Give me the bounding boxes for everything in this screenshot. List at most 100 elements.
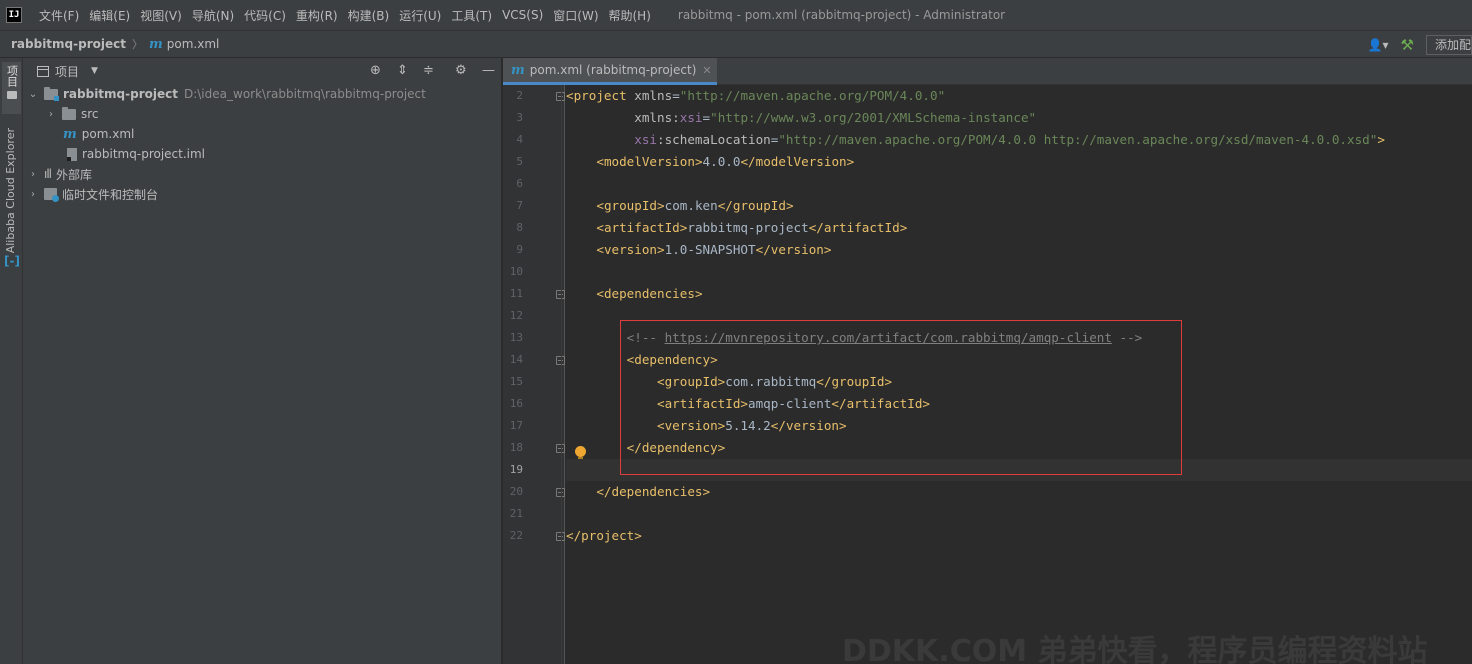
line-number: 18 xyxy=(509,441,523,454)
line-number: 19 xyxy=(509,463,523,476)
menu-bar: IJ 文件(F) 编辑(E) 视图(V) 导航(N) 代码(C) 重构(R) 构… xyxy=(0,0,1472,30)
window-title: rabbitmq - pom.xml (rabbitmq-project) - … xyxy=(677,8,1006,22)
line-gutter: 2 3 4 5 6 7 8 9 10 11 12 13 14 15 16 17 … xyxy=(503,85,586,664)
menu-tools[interactable]: 工具(T) xyxy=(446,7,497,24)
menu-refactor[interactable]: 重构(R) xyxy=(291,7,343,24)
code-line: <project xmlns="http://maven.apache.org/… xyxy=(566,88,946,103)
add-configuration-button[interactable]: 添加配置... xyxy=(1426,34,1472,55)
project-view-icon xyxy=(37,65,49,77)
chevron-right-icon[interactable]: › xyxy=(28,189,38,200)
menu-edit[interactable]: 编辑(E) xyxy=(84,7,135,24)
breadcrumb-file[interactable]: pom.xml xyxy=(167,37,220,51)
chevron-down-icon[interactable]: ⌄ xyxy=(28,89,38,100)
menu-code[interactable]: 代码(C) xyxy=(239,7,291,24)
menu-help[interactable]: 帮助(H) xyxy=(604,7,656,24)
expand-all-icon[interactable]: ⇕ xyxy=(397,63,408,78)
project-tool-label: 项目 xyxy=(5,65,19,87)
module-folder-icon xyxy=(44,86,59,101)
tree-item-rabbitmq-project[interactable]: ⌄ rabbitmq-project D:\idea_work\rabbitmq… xyxy=(28,84,426,104)
menu-vcs[interactable]: VCS(S) xyxy=(497,8,548,22)
editor-tab-bar: m pom.xml (rabbitmq-project) ✕ xyxy=(503,58,1472,85)
editor: m pom.xml (rabbitmq-project) ✕ 2 3 4 5 6… xyxy=(503,58,1472,664)
tree-label: rabbitmq-project.iml xyxy=(82,147,206,161)
breadcrumb-separator-icon: 〉 xyxy=(131,38,143,51)
code-line: </project> xyxy=(566,528,642,543)
tree-label: 临时文件和控制台 xyxy=(62,187,159,202)
navigation-bar: rabbitmq-project 〉 m pom.xml 👤▾ ⚒ 添加配置..… xyxy=(0,30,1472,58)
menu-build[interactable]: 构建(B) xyxy=(343,7,395,24)
project-tool-window-button[interactable]: 项目 xyxy=(2,62,21,114)
gear-icon[interactable]: ⚙ xyxy=(455,63,467,78)
user-dropdown-icon[interactable]: 👤▾ xyxy=(1368,38,1389,52)
indent-guide xyxy=(561,85,562,664)
code-line: </dependencies> xyxy=(596,484,711,499)
build-hammer-icon[interactable]: ⚒ xyxy=(1401,36,1414,54)
code-line: <modelVersion>4.0.0</modelVersion> xyxy=(596,154,855,169)
line-number: 5 xyxy=(516,155,523,168)
chevron-right-icon[interactable]: › xyxy=(28,169,38,180)
chevron-down-icon[interactable]: ▼ xyxy=(91,66,98,76)
line-number: 21 xyxy=(509,507,523,520)
menu-run[interactable]: 运行(U) xyxy=(394,7,446,24)
locate-file-icon[interactable]: ⊕ xyxy=(370,63,381,78)
code-line: <artifactId>rabbitmq-project</artifactId… xyxy=(596,220,908,235)
tree-item-src[interactable]: › src xyxy=(46,104,99,124)
scratch-icon xyxy=(44,188,59,202)
code-line: <dependencies> xyxy=(596,286,703,301)
menu-navigate[interactable]: 导航(N) xyxy=(187,7,239,24)
line-number: 2 xyxy=(516,89,523,102)
code-line: <version>5.14.2</version> xyxy=(657,418,847,433)
line-number: 12 xyxy=(509,309,523,322)
folder-icon xyxy=(6,91,17,99)
navbar-toolbar: 👤▾ ⚒ 添加配置... xyxy=(1368,31,1472,58)
tab-label: pom.xml (rabbitmq-project) xyxy=(529,63,697,77)
current-code-line xyxy=(566,459,1472,481)
code-line: <!-- https://mvnrepository.com/artifact/… xyxy=(626,330,1143,345)
menu-view[interactable]: 视图(V) xyxy=(135,7,187,24)
collapse-all-icon[interactable]: ≑ xyxy=(423,63,434,78)
code-line: </dependency> xyxy=(626,440,726,455)
line-number: 4 xyxy=(516,133,523,146)
folder-icon xyxy=(62,106,76,120)
line-number: 22 xyxy=(509,529,523,542)
project-panel-header: 项目 ▼ ⊕ ⇕ ≑ ⚙ — xyxy=(23,58,501,84)
left-tool-strip: 项目 Alibaba Cloud Explorer [-] xyxy=(0,58,23,664)
code-line: <groupId>com.rabbitmq</groupId> xyxy=(657,374,893,389)
tree-item-pom-xml[interactable]: m pom.xml xyxy=(63,124,134,144)
menu-window[interactable]: 窗口(W) xyxy=(548,7,603,24)
iml-file-icon xyxy=(67,147,77,161)
tree-item-external-libraries[interactable]: › ıll 外部库 xyxy=(28,164,92,184)
code-line: xsi:schemaLocation="http://maven.apache.… xyxy=(634,132,1385,147)
tree-label: 外部库 xyxy=(56,167,93,182)
comment-link[interactable]: https://mvnrepository.com/artifact/com.r… xyxy=(665,330,1112,345)
library-icon: ıll xyxy=(44,167,52,181)
tab-pom-xml[interactable]: m pom.xml (rabbitmq-project) ✕ xyxy=(503,58,717,85)
line-number: 20 xyxy=(509,485,523,498)
line-number: 7 xyxy=(516,199,523,212)
chevron-right-icon[interactable]: › xyxy=(46,109,56,120)
tree-item-iml[interactable]: rabbitmq-project.iml xyxy=(59,144,205,164)
line-number: 10 xyxy=(509,265,523,278)
project-panel-title[interactable]: 项目 xyxy=(55,63,79,80)
tree-label: src xyxy=(81,107,99,121)
line-number: 14 xyxy=(509,353,523,366)
tree-item-scratches[interactable]: › 临时文件和控制台 xyxy=(28,184,158,204)
code-line: <groupId>com.ken</groupId> xyxy=(596,198,794,213)
breadcrumb-project[interactable]: rabbitmq-project xyxy=(11,37,126,51)
code-line: <artifactId>amqp-client</artifactId> xyxy=(657,396,931,411)
line-number: 17 xyxy=(509,419,523,432)
minimize-icon[interactable]: — xyxy=(482,63,495,78)
close-icon[interactable]: ✕ xyxy=(702,64,711,77)
code-line: <dependency> xyxy=(626,352,718,367)
menu-file[interactable]: 文件(F) xyxy=(34,7,84,24)
code-area[interactable]: <project xmlns="http://maven.apache.org/… xyxy=(561,85,1472,664)
alibaba-cloud-icon[interactable]: [-] xyxy=(4,254,20,268)
project-panel: 项目 ▼ ⊕ ⇕ ≑ ⚙ — ⌄ rabbitmq-project D:\ide… xyxy=(23,58,502,664)
line-number: 3 xyxy=(516,111,523,124)
alibaba-cloud-explorer-button[interactable]: Alibaba Cloud Explorer xyxy=(4,128,17,253)
line-number: 15 xyxy=(509,375,523,388)
